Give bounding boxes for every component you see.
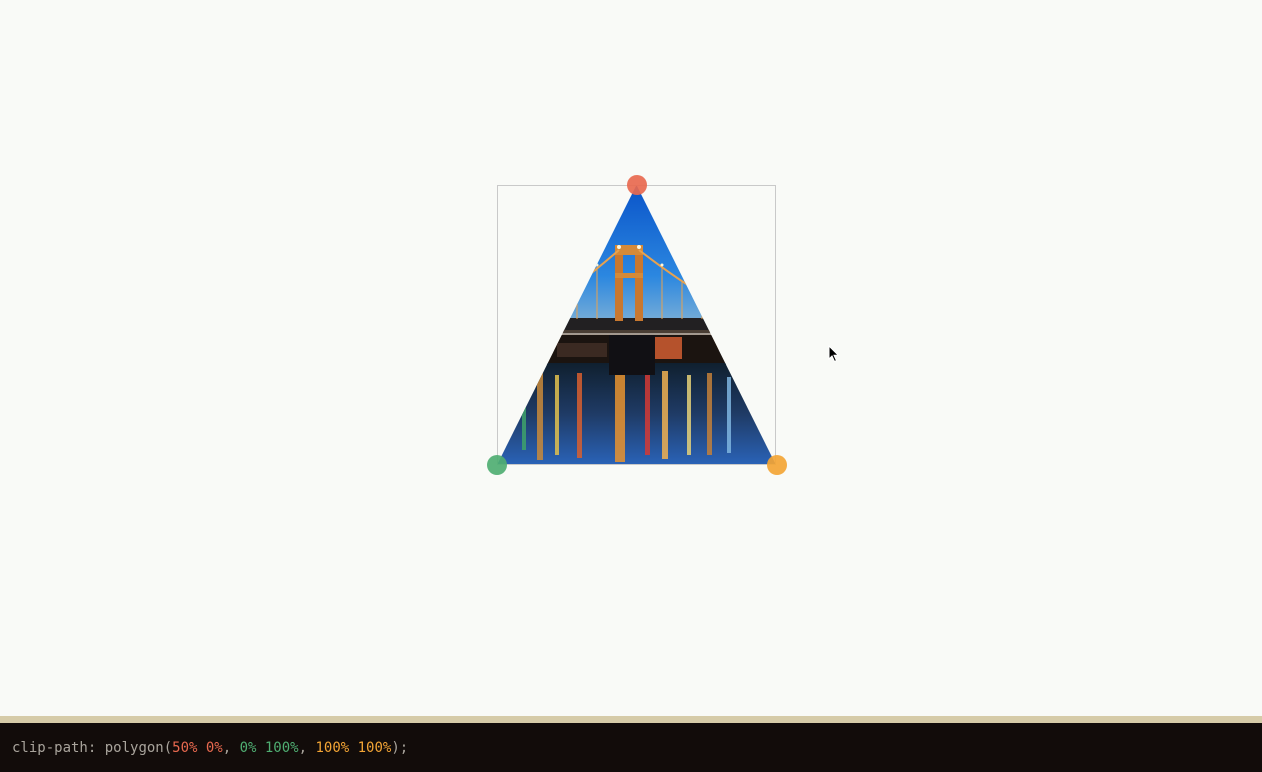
reference-box	[497, 185, 776, 465]
point-3-value: 100% 100%	[315, 740, 392, 756]
code-output-bar: clip-path: polygon(50% 0%, 0% 100%, 100%…	[0, 723, 1262, 772]
mouse-pointer-icon	[828, 344, 840, 367]
editor-canvas	[0, 0, 1262, 716]
point-1-value: 50% 0%	[172, 740, 223, 756]
css-property: clip-path:	[12, 740, 97, 756]
bottom-left-vertex-handle[interactable]	[487, 455, 507, 475]
css-function-open: polygon(	[96, 740, 173, 756]
point-2-value: 0% 100%	[239, 740, 299, 756]
top-vertex-handle[interactable]	[627, 175, 647, 195]
panel-divider	[0, 716, 1262, 723]
separator: ,	[222, 740, 240, 756]
css-function-close: );	[391, 740, 409, 756]
bottom-right-vertex-handle[interactable]	[767, 455, 787, 475]
separator: ,	[298, 740, 316, 756]
